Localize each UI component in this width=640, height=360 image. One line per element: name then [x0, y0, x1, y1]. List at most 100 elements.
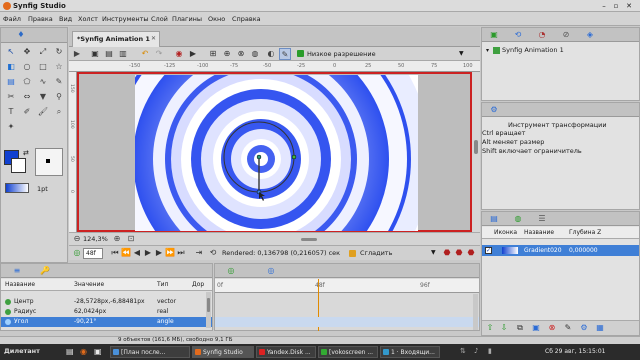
menu-file[interactable]: Файл	[3, 15, 21, 23]
lower-layer-icon[interactable]: ⇩	[498, 322, 510, 334]
mirror-tool-icon[interactable]: ◧	[5, 61, 17, 73]
close-window-button[interactable]: ✕	[625, 2, 633, 10]
layer-mask-icon[interactable]: ▦	[594, 322, 606, 334]
tab-synfig-animation[interactable]: *Synfig Animation 1 ✕	[72, 31, 160, 47]
toggle-onion-icon[interactable]: ◍	[249, 48, 261, 60]
param-value[interactable]: 62,0424px	[74, 308, 106, 315]
duplicate-layer-icon[interactable]: ⧉	[514, 322, 526, 334]
cutout-tool-icon[interactable]: ✂	[5, 91, 17, 103]
gradient-tool-icon[interactable]: ▤	[5, 76, 17, 88]
tool-options-tab-icon[interactable]: ⚙	[488, 104, 500, 116]
undo-icon[interactable]: ↶	[139, 48, 151, 60]
terminal-launcher-icon[interactable]: ▣	[94, 347, 102, 356]
library-tab-icon[interactable]: 🔑	[39, 265, 51, 277]
raise-layer-icon[interactable]: ⇧	[484, 322, 496, 334]
clock[interactable]: Сб 29 авг, 15:15:01	[545, 348, 605, 355]
param-value[interactable]: -90,21°	[74, 318, 96, 325]
rectangle-tool-icon[interactable]: □	[37, 61, 49, 73]
start-menu-button[interactable]: Дилетант	[4, 347, 40, 355]
set-desc-icon[interactable]: ✎	[562, 322, 574, 334]
hscroll-thumb[interactable]	[301, 238, 317, 241]
encapsulate-icon[interactable]: ▣	[530, 322, 542, 334]
zoom-out-icon[interactable]: ⊖	[71, 233, 83, 245]
save-all-icon[interactable]: ▥	[117, 48, 129, 60]
layer-name[interactable]: Gradient020	[524, 247, 562, 254]
task-item[interactable]: [План после...	[110, 346, 190, 358]
resolution-label[interactable]: Низкое разрешение	[307, 50, 376, 58]
loop-icon[interactable]: ⟲	[207, 247, 219, 259]
stop-render-icon[interactable]: ⬣	[441, 247, 453, 259]
menu-help[interactable]: Справка	[232, 15, 261, 23]
spline-tool-icon[interactable]: ∿	[37, 76, 49, 88]
table-row[interactable]: Радиус 62,0424px real	[1, 307, 212, 317]
default-colors-box[interactable]	[35, 148, 63, 176]
browser-launcher-icon[interactable]: ◉	[80, 347, 87, 356]
refresh-render-icon[interactable]: ⬣	[453, 247, 465, 259]
timetrack-scrollbar[interactable]	[473, 294, 478, 330]
curves-tab-icon[interactable]: ◎	[265, 265, 277, 277]
canvas-viewport[interactable]	[77, 72, 472, 232]
navigator-tab-icon[interactable]: ◔	[536, 29, 548, 41]
save-as-icon[interactable]: ▤	[103, 48, 115, 60]
time-ruler[interactable]: 0f 48f 96f	[215, 279, 479, 293]
toggle-guides-icon[interactable]: ⊗	[235, 48, 247, 60]
zoom-tool-icon[interactable]: ⌕	[53, 106, 65, 118]
col-time-header[interactable]: Дор	[192, 281, 204, 288]
eyedrop-tool-icon[interactable]: ⚲	[53, 91, 65, 103]
table-row-selected[interactable]: Угол -90,21° angle	[1, 317, 212, 327]
keyframe-lock-icon[interactable]: ⬣	[465, 247, 477, 259]
task-item-active[interactable]: Synfig Studio	[192, 346, 254, 358]
minimize-button[interactable]: –	[600, 2, 608, 10]
col-icon-header[interactable]: Иконка	[494, 229, 517, 236]
delete-layer-icon[interactable]: ⊗	[546, 322, 558, 334]
rotate-tool-icon[interactable]: ↻	[53, 46, 65, 58]
tray-network-icon[interactable]: ⇅	[460, 347, 466, 355]
animation-mode-icon[interactable]: ◎	[71, 247, 83, 259]
col-type-header[interactable]: Тип	[157, 281, 169, 288]
star-tool-icon[interactable]: ☆	[53, 61, 65, 73]
circle-tool-icon[interactable]: ○	[21, 61, 33, 73]
layer-row[interactable]: ✓ Gradient020 0,000000	[482, 245, 639, 256]
text-tool-icon[interactable]: T	[5, 106, 17, 118]
smooth-move-tool-icon[interactable]: ✥	[21, 46, 33, 58]
canvas-browser-item[interactable]: Synfig Animation 1	[502, 46, 564, 54]
meta-tab-icon[interactable]: ☰	[536, 213, 548, 225]
toggle-grid-snap-icon[interactable]: ⊕	[221, 48, 233, 60]
menu-layer[interactable]: Слой	[151, 15, 168, 23]
sketch-tool-icon[interactable]: ✐	[21, 106, 33, 118]
smooth-select[interactable]: Сгладить	[360, 249, 392, 257]
col-depth-header[interactable]: Глубина Z	[569, 229, 601, 236]
render-icon[interactable]: ◉	[173, 48, 185, 60]
smooth-dropdown-icon[interactable]: ▼	[431, 249, 436, 256]
bounds-toggle-icon[interactable]: ⇥	[193, 247, 205, 259]
resolution-dropdown-icon[interactable]: ▼	[459, 50, 464, 57]
task-item[interactable]: [vokoscreen ...	[318, 346, 378, 358]
vscroll-thumb[interactable]	[474, 140, 478, 154]
draft-mode-icon[interactable]: ✎	[279, 48, 291, 60]
bone-tool-icon[interactable]: ✦	[5, 121, 17, 133]
seek-end-icon[interactable]: ⏭	[175, 247, 187, 259]
toolbox-tab-icon[interactable]: ♦	[15, 29, 27, 41]
menu-plugins[interactable]: Плагины	[172, 15, 202, 23]
preview-icon[interactable]: ▶	[187, 48, 199, 60]
history-tab-icon[interactable]: ⟲	[512, 29, 524, 41]
layers-tab-icon[interactable]: ▤	[488, 213, 500, 225]
toggle-grid-show-icon[interactable]: ⊞	[207, 48, 219, 60]
transform-tool-icon[interactable]: ↖	[5, 46, 17, 58]
menu-tools[interactable]: Инструменты	[102, 15, 149, 23]
task-item[interactable]: Yandex.Disk ...	[256, 346, 316, 358]
menu-view[interactable]: Вид	[59, 15, 72, 23]
params-scroll-thumb[interactable]	[207, 298, 210, 312]
menu-edit[interactable]: Правка	[28, 15, 53, 23]
params-scrollbar[interactable]	[206, 292, 211, 328]
background-toggle-icon[interactable]: ◐	[265, 48, 277, 60]
info-tab-icon[interactable]: ⊘	[560, 29, 572, 41]
maximize-button[interactable]: ▫	[612, 2, 620, 10]
timetrack-tab-icon[interactable]: ◎	[225, 265, 237, 277]
menu-canvas[interactable]: Холст	[78, 15, 98, 23]
col-layer-name-header[interactable]: Название	[524, 229, 554, 236]
polygon-tool-icon[interactable]: ⬠	[21, 76, 33, 88]
canvas-vscrollbar[interactable]	[472, 72, 480, 232]
current-frame-field[interactable]: 48f	[83, 248, 103, 259]
sound-tab-icon[interactable]: ◈	[584, 29, 596, 41]
